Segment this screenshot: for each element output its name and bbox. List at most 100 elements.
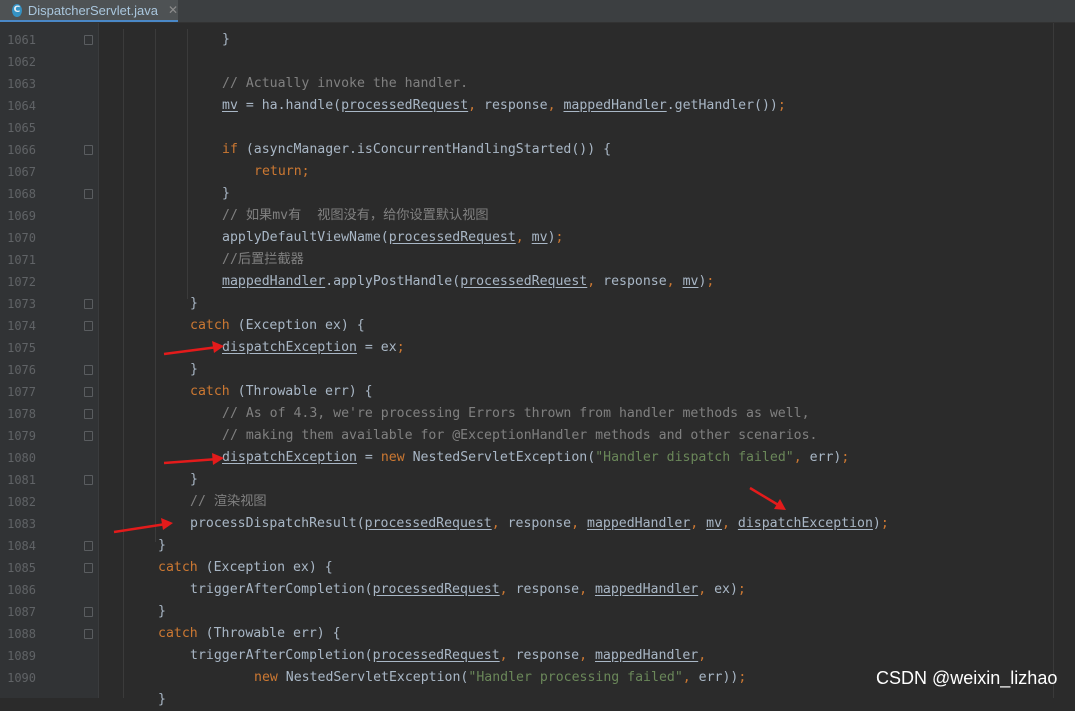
code-token: response bbox=[603, 274, 667, 289]
code-line[interactable]: 1081} bbox=[0, 469, 1075, 491]
code-line[interactable]: 1082 // 渲染视图 bbox=[0, 491, 1075, 513]
code-token: } bbox=[222, 32, 230, 47]
fold-marker-icon[interactable] bbox=[84, 189, 93, 199]
code-line[interactable]: 1077 catch (Throwable err) { bbox=[0, 381, 1075, 403]
code-token: (asyncManager.isConcurrentHandlingStarte… bbox=[245, 142, 612, 157]
line-number[interactable]: 1090 bbox=[0, 667, 36, 689]
line-number[interactable]: 1074 bbox=[0, 315, 36, 337]
code-identifier: processedRequest bbox=[341, 98, 469, 113]
fold-marker-icon[interactable] bbox=[84, 365, 93, 375]
code-line[interactable]: 1078 // As of 4.3, we're processing Error… bbox=[0, 403, 1075, 425]
code-keyword: ; bbox=[738, 670, 747, 685]
code-line[interactable]: 1063 // Actually invoke the handler. bbox=[0, 73, 1075, 95]
fold-marker-icon[interactable] bbox=[84, 563, 93, 573]
code-line[interactable]: 1061} bbox=[0, 29, 1075, 51]
fold-marker-icon[interactable] bbox=[84, 299, 93, 309]
code-line[interactable]: 1071 //后置拦截器 bbox=[0, 249, 1075, 271]
line-number[interactable]: 1077 bbox=[0, 381, 36, 403]
code-line[interactable]: 1085 catch (Exception ex) { bbox=[0, 557, 1075, 579]
code-editor[interactable]: 1061} 1062 1063// Actually invoke the hand… bbox=[0, 29, 1075, 711]
line-number[interactable]: 1089 bbox=[0, 645, 36, 667]
code-token: applyDefaultViewName( bbox=[222, 230, 389, 245]
line-number[interactable]: 1076 bbox=[0, 359, 36, 381]
code-line[interactable]: 1068} bbox=[0, 183, 1075, 205]
code-line[interactable]: 1073} bbox=[0, 293, 1075, 315]
line-number[interactable]: 1062 bbox=[0, 51, 36, 73]
fold-marker-icon[interactable] bbox=[84, 475, 93, 485]
line-number[interactable]: 1080 bbox=[0, 447, 36, 469]
code-keyword: , bbox=[515, 230, 532, 245]
code-line[interactable]: 1070 applyDefaultViewName(processedReques… bbox=[0, 227, 1075, 249]
code-token: response bbox=[507, 516, 572, 531]
code-line[interactable]: 1084} bbox=[0, 535, 1075, 557]
code-line[interactable]: 1067 return; bbox=[0, 161, 1075, 183]
code-text: new NestedServletException("Handler proc… bbox=[254, 667, 746, 689]
fold-marker-icon[interactable] bbox=[84, 321, 93, 331]
line-number[interactable]: 1072 bbox=[0, 271, 36, 293]
line-number[interactable]: 1082 bbox=[0, 491, 36, 513]
line-number[interactable]: 1061 bbox=[0, 29, 36, 51]
line-number[interactable]: 1063 bbox=[0, 73, 36, 95]
fold-marker-icon[interactable] bbox=[84, 431, 93, 441]
editor-tab-bar: C DispatcherServlet.java ✕ bbox=[0, 0, 1075, 23]
line-number[interactable]: 1066 bbox=[0, 139, 36, 161]
line-number[interactable]: 1084 bbox=[0, 535, 36, 557]
code-line[interactable]: 1064 mv = ha.handle(processedRequest, res… bbox=[0, 95, 1075, 117]
code-line[interactable]: 1079 // making them available for @Except… bbox=[0, 425, 1075, 447]
code-line[interactable]: 1088 catch (Throwable err) { bbox=[0, 623, 1075, 645]
close-icon[interactable]: ✕ bbox=[168, 3, 178, 17]
code-line[interactable]: 1087} bbox=[0, 601, 1075, 623]
code-token: .applyPostHandle( bbox=[325, 274, 461, 289]
fold-marker-icon[interactable] bbox=[84, 145, 93, 155]
code-line[interactable]: 1072 mappedHandler.applyPostHandle(proces… bbox=[0, 271, 1075, 293]
code-line[interactable]: } bbox=[0, 689, 1075, 711]
code-text: dispatchException = new NestedServletExc… bbox=[222, 447, 849, 469]
line-number[interactable]: 1081 bbox=[0, 469, 36, 491]
code-token: } bbox=[222, 186, 230, 201]
line-number[interactable]: 1086 bbox=[0, 579, 36, 601]
line-number[interactable]: 1083 bbox=[0, 513, 36, 535]
code-token: (Exception ex) { bbox=[205, 560, 333, 575]
code-keyword: catch bbox=[158, 626, 206, 641]
line-number[interactable]: 1068 bbox=[0, 183, 36, 205]
code-keyword: , bbox=[499, 582, 516, 597]
line-number[interactable]: 1078 bbox=[0, 403, 36, 425]
tab-dispatcherservlet[interactable]: C DispatcherServlet.java ✕ bbox=[0, 0, 178, 22]
code-token: response bbox=[515, 648, 580, 663]
line-number[interactable]: 1087 bbox=[0, 601, 36, 623]
line-number[interactable]: 1067 bbox=[0, 161, 36, 183]
code-token: (Throwable err) { bbox=[205, 626, 341, 641]
code-identifier: mv bbox=[222, 98, 238, 113]
code-token: = ha.handle( bbox=[237, 98, 342, 113]
code-text: catch (Throwable err) { bbox=[158, 623, 341, 645]
code-line[interactable]: 1065 bbox=[0, 117, 1075, 139]
code-line[interactable]: 1089 triggerAfterCompletion(processedRequ… bbox=[0, 645, 1075, 667]
line-number[interactable]: 1071 bbox=[0, 249, 36, 271]
fold-marker-icon[interactable] bbox=[84, 35, 93, 45]
line-number[interactable]: 1085 bbox=[0, 557, 36, 579]
fold-marker-icon[interactable] bbox=[84, 409, 93, 419]
line-number[interactable]: 1070 bbox=[0, 227, 36, 249]
fold-marker-icon[interactable] bbox=[84, 607, 93, 617]
fold-marker-icon[interactable] bbox=[84, 387, 93, 397]
code-token: response bbox=[484, 98, 548, 113]
line-number[interactable]: 1069 bbox=[0, 205, 36, 227]
code-text: mv = ha.handle(processedRequest, respons… bbox=[222, 95, 786, 117]
code-identifier: processedRequest bbox=[364, 516, 492, 531]
line-number[interactable]: 1088 bbox=[0, 623, 36, 645]
fold-marker-icon[interactable] bbox=[84, 629, 93, 639]
line-number[interactable]: 1079 bbox=[0, 425, 36, 447]
line-number[interactable]: 1075 bbox=[0, 337, 36, 359]
code-line[interactable]: 1062 bbox=[0, 51, 1075, 73]
line-number[interactable]: 1065 bbox=[0, 117, 36, 139]
code-line[interactable]: 1076} bbox=[0, 359, 1075, 381]
fold-marker-icon[interactable] bbox=[84, 541, 93, 551]
code-line[interactable]: 1066 if (asyncManager.isConcurrentHandlin… bbox=[0, 139, 1075, 161]
code-keyword: , bbox=[793, 450, 810, 465]
code-text: } bbox=[190, 469, 198, 491]
line-number[interactable]: 1073 bbox=[0, 293, 36, 315]
line-number[interactable]: 1064 bbox=[0, 95, 36, 117]
code-line[interactable]: 1086 triggerAfterCompletion(processedRequ… bbox=[0, 579, 1075, 601]
code-line[interactable]: 1069 // 如果mv有 视图没有，给你设置默认视图 bbox=[0, 205, 1075, 227]
code-line[interactable]: 1074 catch (Exception ex) { bbox=[0, 315, 1075, 337]
